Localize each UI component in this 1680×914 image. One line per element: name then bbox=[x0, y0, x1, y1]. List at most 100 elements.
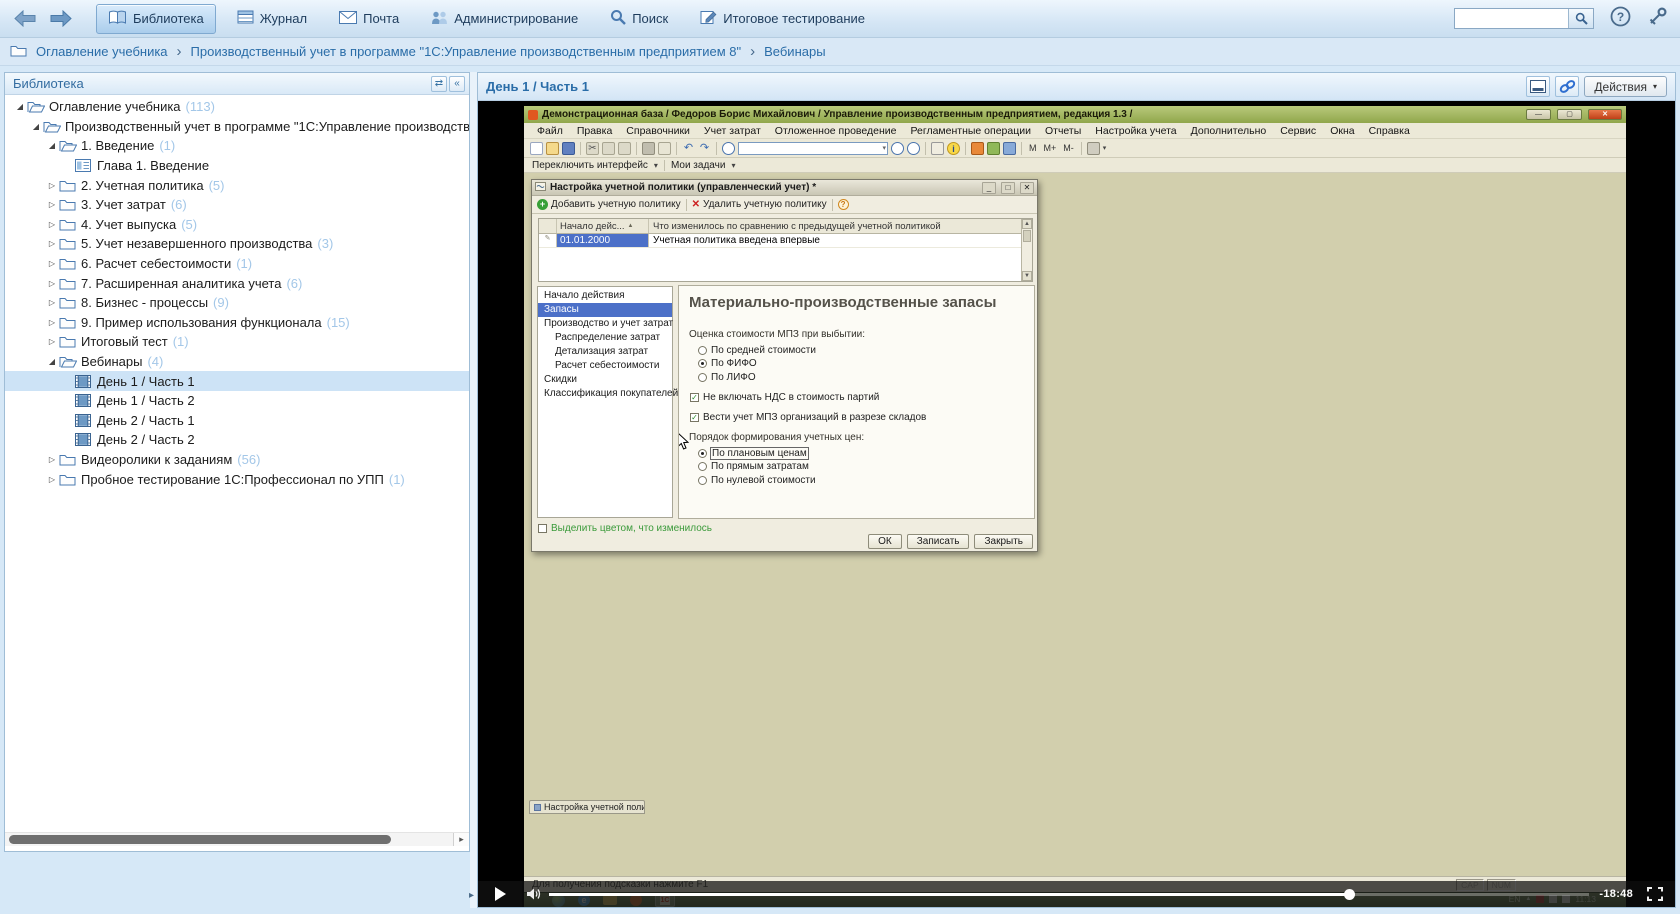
dialog-minimize-button[interactable]: _ bbox=[982, 182, 996, 194]
tree-item[interactable]: День 1 / Часть 2 bbox=[5, 391, 469, 411]
tree-item[interactable]: ◢Производственный учет в программе "1С:У… bbox=[5, 117, 469, 137]
checkbox-icon[interactable] bbox=[538, 524, 547, 533]
copy-doc-icon[interactable] bbox=[931, 142, 944, 155]
tree-item[interactable]: ▷5. Учет незавершенного производства(3) bbox=[5, 234, 469, 254]
tree-item[interactable]: ▷9. Пример использования функционала(15) bbox=[5, 313, 469, 333]
zoom-in-icon[interactable] bbox=[891, 142, 904, 155]
table-row[interactable]: ✎ 01.01.2000 Учетная политика введена вп… bbox=[539, 234, 1032, 248]
column-header-changes[interactable]: Что изменилось по сравнению с предыдущей… bbox=[649, 219, 1032, 233]
tree-item[interactable]: ▷7. Расширенная аналитика учета(6) bbox=[5, 273, 469, 293]
memory-m-button[interactable]: М bbox=[1027, 143, 1039, 153]
dialog-nav-item[interactable]: Запасы bbox=[538, 303, 672, 317]
radio-icon[interactable] bbox=[698, 359, 707, 368]
link-icon[interactable] bbox=[1555, 76, 1579, 97]
copy-icon[interactable] bbox=[602, 142, 615, 155]
dialog-nav-item[interactable]: Распределение затрат bbox=[538, 331, 672, 345]
ok-button[interactable]: ОК bbox=[868, 534, 902, 549]
breadcrumb-item[interactable]: Производственный учет в программе "1С:Уп… bbox=[191, 44, 742, 59]
1c-minimize-button[interactable]: — bbox=[1526, 109, 1551, 120]
radio-icon[interactable] bbox=[698, 373, 707, 382]
twisty-icon[interactable]: ▷ bbox=[45, 181, 59, 190]
dialog-nav-item[interactable]: Скидки bbox=[538, 373, 672, 387]
tree-item[interactable]: ▷6. Расчет себестоимости(1) bbox=[5, 254, 469, 274]
dialog-nav-item[interactable]: Начало действия bbox=[538, 289, 672, 303]
mdi-window-tab[interactable]: Настройка учетной полит... bbox=[529, 800, 645, 814]
1c-maximize-button[interactable]: ▢ bbox=[1557, 109, 1582, 120]
menu-item[interactable]: Регламентные операции bbox=[903, 125, 1038, 137]
search-input[interactable] bbox=[1455, 9, 1568, 28]
radio-option[interactable]: По средней стоимости bbox=[698, 344, 1024, 356]
fullscreen-icon[interactable] bbox=[1647, 887, 1663, 901]
1c-close-button[interactable]: ✕ bbox=[1588, 109, 1622, 120]
scrollbar-thumb[interactable] bbox=[9, 835, 391, 844]
tree-item[interactable]: ▷8. Бизнес - процессы(9) bbox=[5, 293, 469, 313]
menu-item[interactable]: Настройка учета bbox=[1088, 125, 1183, 137]
calendar-icon[interactable] bbox=[971, 142, 984, 155]
tree-item[interactable]: Глава 1. Введение bbox=[5, 156, 469, 176]
tree-item[interactable]: ▷Видеоролики к заданиям(56) bbox=[5, 450, 469, 470]
write-button[interactable]: Записать bbox=[907, 534, 970, 549]
new-doc-icon[interactable] bbox=[530, 142, 543, 155]
dialog-nav-item[interactable]: Расчет себестоимости bbox=[538, 359, 672, 373]
menu-item[interactable]: Сервис bbox=[1273, 125, 1323, 137]
dialog-help-icon[interactable]: ? bbox=[838, 199, 849, 210]
radio-icon[interactable] bbox=[698, 462, 707, 471]
checkbox-option[interactable]: ✓Вести учет МПЗ организаций в разрезе ск… bbox=[690, 411, 1024, 423]
highlight-changes-checkbox[interactable]: Выделить цветом, что изменилось bbox=[538, 523, 712, 534]
back-icon[interactable] bbox=[12, 9, 38, 29]
dialog-close-button[interactable]: ✕ bbox=[1020, 182, 1034, 194]
radio-option[interactable]: По прямым затратам bbox=[698, 461, 1024, 473]
zoom-out-icon[interactable] bbox=[907, 142, 920, 155]
paste-icon[interactable] bbox=[618, 142, 631, 155]
search-button[interactable] bbox=[1568, 9, 1593, 28]
radio-option[interactable]: По плановым ценам bbox=[698, 447, 1024, 459]
menu-item[interactable]: Отчеты bbox=[1038, 125, 1088, 137]
menu-item[interactable]: Справка bbox=[1362, 125, 1417, 137]
radio-icon[interactable] bbox=[698, 476, 707, 485]
menu-item[interactable]: Правка bbox=[570, 125, 619, 137]
breadcrumb-item[interactable]: Оглавление учебника bbox=[36, 44, 168, 59]
cell-description[interactable]: Учетная политика введена впервые bbox=[649, 234, 1032, 247]
tab-admin[interactable]: Администрирование bbox=[420, 4, 589, 34]
tree-item[interactable]: ▷4. Учет выпуска(5) bbox=[5, 215, 469, 235]
refresh-icon[interactable]: ⇄ bbox=[431, 76, 447, 92]
collapse-panel-icon[interactable]: « bbox=[449, 76, 465, 92]
close-button[interactable]: Закрыть bbox=[974, 534, 1033, 549]
scroll-right-icon[interactable]: ▸ bbox=[453, 833, 469, 846]
add-policy-button[interactable]: + Добавить учетную политику bbox=[537, 199, 681, 210]
tree-item[interactable]: ▷3. Учет затрат(6) bbox=[5, 195, 469, 215]
switch-interface-button[interactable]: Переключить интерфейс bbox=[532, 160, 648, 171]
scroll-up-icon[interactable]: ▲ bbox=[1022, 219, 1032, 229]
menu-item[interactable]: Учет затрат bbox=[697, 125, 768, 137]
print-preview-icon[interactable] bbox=[658, 142, 671, 155]
dialog-nav-item[interactable]: Производство и учет затрат bbox=[538, 317, 672, 331]
panel-splitter[interactable]: ▸ bbox=[470, 72, 477, 908]
menu-item[interactable]: Окна bbox=[1323, 125, 1361, 137]
tab-final-test[interactable]: Итоговое тестирование bbox=[689, 4, 876, 34]
twisty-icon[interactable]: ▷ bbox=[45, 455, 59, 464]
radio-option[interactable]: По ЛИФО bbox=[698, 371, 1024, 383]
twisty-icon[interactable]: ◢ bbox=[45, 141, 59, 150]
users-icon[interactable] bbox=[1003, 142, 1016, 155]
help-icon[interactable]: ? bbox=[1610, 6, 1631, 32]
tab-search[interactable]: Поиск bbox=[599, 4, 679, 34]
key-icon[interactable] bbox=[1647, 6, 1668, 32]
column-header-date[interactable]: Начало дейс... ▲ bbox=[557, 219, 649, 233]
twisty-icon[interactable]: ◢ bbox=[45, 357, 59, 366]
memory-m+-button[interactable]: М+ bbox=[1042, 143, 1059, 153]
menu-item[interactable]: Справочники bbox=[619, 125, 697, 137]
open-folder-icon[interactable] bbox=[546, 142, 559, 155]
tree-hscrollbar[interactable]: ▸ bbox=[5, 832, 469, 846]
twisty-icon[interactable]: ▷ bbox=[45, 259, 59, 268]
cell-date[interactable]: 01.01.2000 bbox=[557, 234, 649, 247]
tree-item[interactable]: День 2 / Часть 2 bbox=[5, 430, 469, 450]
cut-icon[interactable]: ✂ bbox=[586, 142, 599, 155]
tools-icon[interactable] bbox=[1087, 142, 1100, 155]
save-icon[interactable] bbox=[562, 142, 575, 155]
twisty-icon[interactable]: ▷ bbox=[45, 220, 59, 229]
dialog-nav-item[interactable]: Классификация покупателей bbox=[538, 387, 672, 401]
twisty-icon[interactable]: ◢ bbox=[29, 122, 43, 131]
table-scrollbar[interactable]: ▲ ▼ bbox=[1021, 219, 1032, 281]
twisty-icon[interactable]: ▷ bbox=[45, 239, 59, 248]
redo-icon[interactable]: ↷ bbox=[698, 142, 711, 155]
